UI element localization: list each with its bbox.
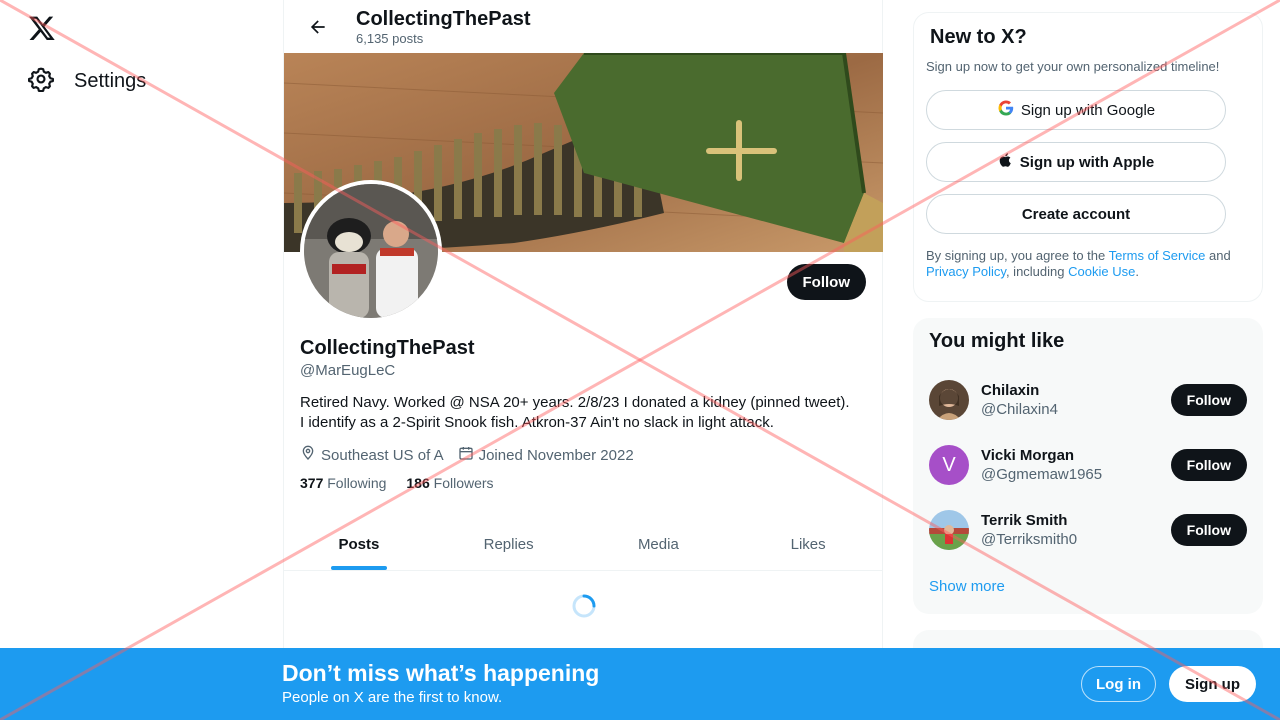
suggestion-item[interactable]: Terrik Smith @Terriksmith0 Follow — [929, 500, 1247, 560]
profile-column: CollectingThePast 6,135 posts Follow Col… — [283, 0, 883, 720]
profile-info: CollectingThePast @MarEugLeC Retired Nav… — [300, 336, 870, 491]
followers-link[interactable]: 186 Followers — [406, 475, 493, 491]
tab-media[interactable]: Media — [584, 518, 734, 570]
left-navigation: Settings — [0, 0, 284, 720]
followers-count: 186 — [406, 475, 430, 491]
settings-label: Settings — [74, 70, 147, 92]
following-link[interactable]: 377 Following — [300, 475, 386, 491]
header-profile-name: CollectingThePast — [356, 7, 531, 30]
profile-meta: Southeast US of A Joined November 2022 — [300, 445, 870, 465]
gear-icon — [28, 66, 54, 97]
suggestion-name: Chilaxin — [981, 382, 1040, 399]
prompt-headline: Don’t miss what’s happening — [282, 660, 600, 686]
tab-likes[interactable]: Likes — [733, 518, 883, 570]
legal-period: . — [1135, 264, 1139, 279]
suggestion-name: Terrik Smith — [981, 512, 1068, 529]
avatar[interactable]: V — [929, 445, 969, 485]
suggestion-handle: @Chilaxin4 — [981, 401, 1058, 418]
prompt-subline: People on X are the first to know. — [282, 689, 503, 706]
calendar-icon — [458, 445, 474, 465]
suggestions-title: You might like — [929, 330, 1065, 352]
suggestion-name: Vicki Morgan — [981, 447, 1075, 464]
followers-label: Followers — [433, 475, 494, 491]
profile-location: Southeast US of A — [321, 446, 444, 464]
signup-card-subtitle: Sign up now to get your own personalized… — [926, 59, 1220, 74]
profile-header-bar: CollectingThePast 6,135 posts — [284, 0, 882, 53]
following-count: 377 — [300, 475, 324, 491]
legal-and: and — [1205, 248, 1231, 263]
suggestion-item[interactable]: V Vicki Morgan @Ggmemaw1965 Follow — [929, 435, 1247, 495]
signup-google-button[interactable]: Sign up with Google — [926, 90, 1226, 130]
suggestion-follow-button[interactable]: Follow — [1170, 449, 1247, 481]
suggestions-card: You might like Chilaxin @Chilaxin4 Follo… — [913, 318, 1263, 614]
privacy-link[interactable]: Privacy Policy — [926, 264, 1006, 279]
x-logo-icon[interactable] — [28, 14, 56, 42]
profile-avatar[interactable] — [300, 180, 442, 322]
suggestion-follow-button[interactable]: Follow — [1170, 384, 1247, 416]
location-pin-icon — [300, 445, 316, 465]
suggestion-handle: @Terriksmith0 — [981, 531, 1078, 548]
profile-bio: Retired Navy. Worked @ NSA 20+ years. 2/… — [300, 393, 870, 433]
avatar-initial: V — [942, 453, 956, 476]
legal-prefix: By signing up, you agree to the — [926, 248, 1109, 263]
suggestion-item[interactable]: Chilaxin @Chilaxin4 Follow — [929, 370, 1247, 430]
profile-handle: @MarEugLeC — [300, 362, 396, 379]
nav-settings-link[interactable]: Settings — [28, 66, 146, 97]
profile-name: CollectingThePast — [300, 337, 475, 359]
signup-legal-text: By signing up, you agree to the Terms of… — [926, 248, 1250, 280]
avatar[interactable] — [929, 380, 969, 420]
show-more-link[interactable]: Show more — [929, 578, 1005, 595]
signup-card: New to X? Sign up now to get your own pe… — [913, 12, 1263, 302]
loading-spinner-icon — [571, 593, 597, 619]
apple-icon — [998, 151, 1014, 173]
signup-button[interactable]: Sign up — [1169, 666, 1256, 702]
login-button[interactable]: Log in — [1081, 666, 1156, 702]
profile-tabs: Posts Replies Media Likes — [284, 518, 883, 571]
following-label: Following — [327, 475, 387, 491]
follow-button[interactable]: Follow — [786, 264, 866, 300]
avatar[interactable] — [929, 510, 969, 550]
bio-line-1: Retired Navy. Worked @ NSA 20+ years. 2/… — [300, 394, 850, 411]
tab-posts[interactable]: Posts — [284, 518, 434, 570]
terms-link[interactable]: Terms of Service — [1109, 248, 1206, 263]
signup-apple-button[interactable]: Sign up with Apple — [926, 142, 1226, 182]
bio-line-2: I identify as a 2-Spirit Snook fish. Atk… — [300, 414, 774, 431]
suggestion-handle: @Ggmemaw1965 — [981, 466, 1103, 483]
header-posts-count: 6,135 posts — [356, 30, 424, 46]
google-icon — [997, 99, 1015, 121]
signup-card-title: New to X? — [930, 26, 1027, 48]
suggestion-follow-button[interactable]: Follow — [1170, 514, 1247, 546]
google-button-label: Sign up with Google — [1020, 101, 1156, 119]
tab-replies[interactable]: Replies — [434, 518, 584, 570]
profile-stats: 377 Following 186 Followers — [300, 475, 870, 491]
create-account-button[interactable]: Create account — [926, 194, 1226, 234]
apple-button-label: Sign up with Apple — [1019, 153, 1155, 171]
profile-joined-date: Joined November 2022 — [478, 446, 634, 464]
legal-including: , including — [1005, 264, 1069, 279]
back-arrow-icon[interactable] — [300, 9, 336, 45]
cookie-link[interactable]: Cookie Use — [1068, 264, 1135, 279]
